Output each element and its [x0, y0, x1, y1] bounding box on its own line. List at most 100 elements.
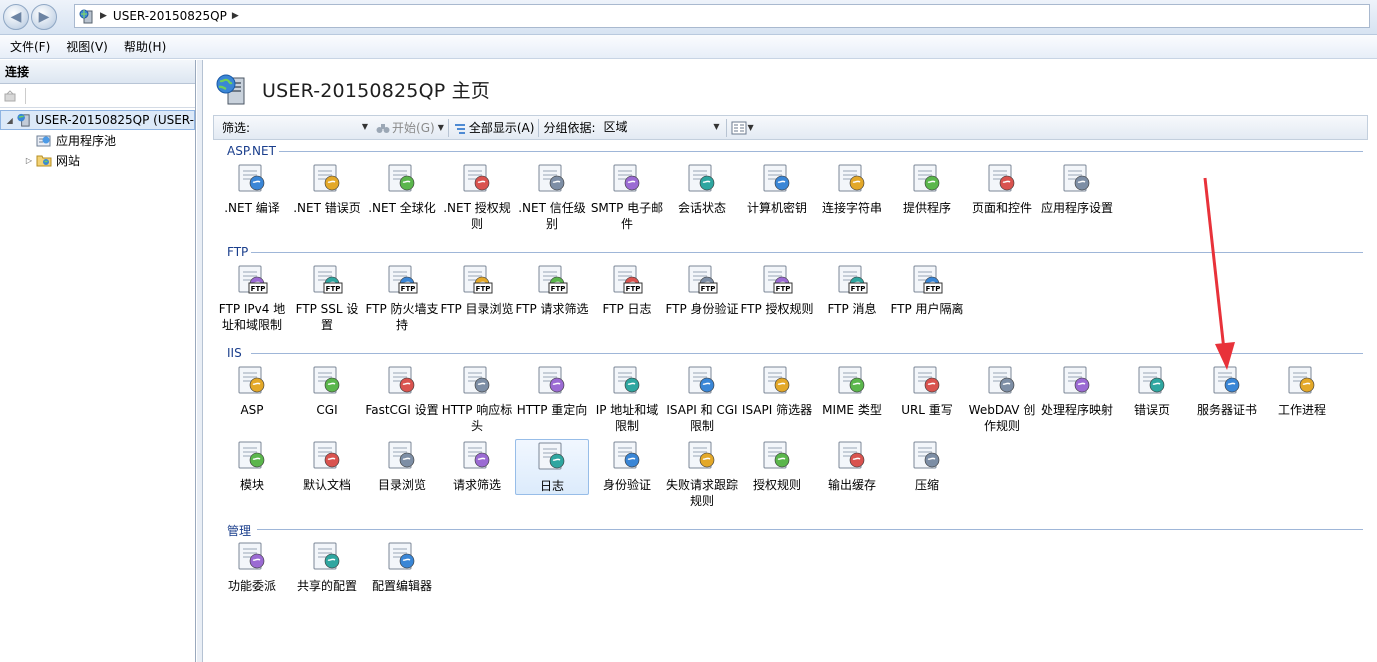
menu-view[interactable]: 视图(V): [58, 36, 116, 58]
feature-icon: [310, 540, 344, 574]
breadcrumb-server[interactable]: USER-20150825QP: [113, 9, 227, 23]
address-path[interactable]: ▶ USER-20150825QP ▶: [74, 4, 1370, 28]
feature-tile[interactable]: URL 重写: [890, 364, 964, 418]
feature-tile[interactable]: CGI: [290, 364, 364, 418]
feature-tile[interactable]: HTTP 响应标头: [440, 364, 514, 434]
feature-tile[interactable]: FTP FTP 用户隔离: [890, 263, 964, 317]
feature-tile[interactable]: FTP FTP 身份验证: [665, 263, 739, 317]
group-dropdown-icon[interactable]: ▼: [713, 122, 719, 131]
feature-tile[interactable]: 工作进程: [1265, 364, 1339, 418]
feature-label: 失败请求跟踪规则: [665, 478, 738, 508]
section-divider: [251, 353, 1363, 354]
feature-tile[interactable]: FTP FTP 授权规则: [740, 263, 814, 317]
tree-node[interactable]: 应用程序池: [0, 130, 195, 150]
feature-tile[interactable]: FTP FTP 防火墙支持: [365, 263, 439, 333]
feature-tile[interactable]: ASP: [215, 364, 289, 418]
feature-label: FTP SSL 设置: [295, 302, 359, 332]
feature-tile[interactable]: 失败请求跟踪规则: [665, 439, 739, 509]
back-button[interactable]: ◀: [3, 4, 29, 30]
feature-icon: [385, 439, 419, 473]
feature-label: .NET 授权规则: [443, 201, 511, 231]
feature-tile[interactable]: IP 地址和域限制: [590, 364, 664, 434]
filter-input[interactable]: ▼: [252, 118, 370, 137]
section-header: 管理: [227, 524, 252, 538]
feature-tile[interactable]: 功能委派: [215, 540, 289, 594]
sites-folder-icon: [36, 152, 52, 168]
feature-icon: [910, 439, 944, 473]
forward-button[interactable]: ▶: [31, 4, 57, 30]
view-mode-icon[interactable]: [731, 121, 747, 135]
feature-tile[interactable]: .NET 信任级别: [515, 162, 589, 232]
menu-file[interactable]: 文件(F): [2, 36, 58, 58]
feature-label: CGI: [316, 403, 338, 417]
feature-tile[interactable]: FTP FTP 消息: [815, 263, 889, 317]
feature-tile[interactable]: 日志: [515, 439, 589, 495]
feature-tile[interactable]: WebDAV 创作规则: [965, 364, 1039, 434]
feature-label: .NET 错误页: [293, 201, 361, 215]
feature-label: 错误页: [1133, 403, 1170, 417]
features-view: USER-20150825QP 主页 筛选: ▼ 开始(G) ▼ 全部显示(A)…: [203, 60, 1377, 662]
feature-tile[interactable]: HTTP 重定向: [515, 364, 589, 418]
app-pool-icon: [36, 132, 52, 148]
tree-node[interactable]: ▷ 网站: [0, 150, 195, 170]
menu-help[interactable]: 帮助(H): [116, 36, 174, 58]
feature-tile[interactable]: ISAPI 筛选器: [740, 364, 814, 418]
filter-dropdown-icon[interactable]: ▼: [362, 122, 368, 131]
server-icon: [16, 112, 31, 128]
feature-tile[interactable]: FTP FTP IPv4 地址和域限制: [215, 263, 289, 333]
feature-tile[interactable]: FastCGI 设置: [365, 364, 439, 418]
feature-tile[interactable]: 默认文档: [290, 439, 364, 493]
feature-tile[interactable]: 应用程序设置: [1040, 162, 1114, 216]
feature-tile[interactable]: 输出缓存: [815, 439, 889, 493]
feature-tile[interactable]: 目录浏览: [365, 439, 439, 493]
feature-tile[interactable]: 处理程序映射: [1040, 364, 1114, 418]
show-all-button[interactable]: 全部显示(A): [469, 119, 535, 136]
feature-tile[interactable]: 页面和控件: [965, 162, 1039, 216]
feature-tile[interactable]: 会话状态: [665, 162, 739, 216]
feature-tile[interactable]: .NET 编译: [215, 162, 289, 216]
go-button[interactable]: 开始(G): [392, 119, 435, 136]
feature-tile[interactable]: 服务器证书: [1190, 364, 1264, 418]
breadcrumb-separator-icon[interactable]: ▶: [232, 11, 239, 21]
feature-tile[interactable]: FTP FTP 日志: [590, 263, 664, 317]
feature-tile[interactable]: SMTP 电子邮件: [590, 162, 664, 232]
feature-tile[interactable]: FTP FTP 目录浏览: [440, 263, 514, 317]
feature-tile[interactable]: 提供程序: [890, 162, 964, 216]
feature-tile[interactable]: 共享的配置: [290, 540, 364, 594]
feature-tile[interactable]: FTP FTP 请求筛选: [515, 263, 589, 317]
feature-tile[interactable]: 请求筛选: [440, 439, 514, 493]
view-mode-dropdown-icon[interactable]: ▼: [748, 123, 754, 132]
feature-tile[interactable]: 连接字符串: [815, 162, 889, 216]
feature-tile[interactable]: .NET 错误页: [290, 162, 364, 216]
feature-icon: FTP: [460, 263, 494, 297]
feature-tile[interactable]: ISAPI 和 CGI 限制: [665, 364, 739, 434]
go-dropdown-icon[interactable]: ▼: [438, 123, 444, 132]
feature-label: .NET 全球化: [368, 201, 436, 215]
feature-label: 模块: [239, 478, 264, 492]
feature-label: 功能委派: [227, 579, 276, 593]
tree-expander-icon[interactable]: ◢: [5, 116, 14, 125]
feature-tile[interactable]: 身份验证: [590, 439, 664, 493]
feature-tile[interactable]: .NET 授权规则: [440, 162, 514, 232]
svg-text:FTP: FTP: [326, 285, 341, 293]
back-arrow-icon: ◀: [10, 9, 22, 25]
feature-tile[interactable]: 计算机密钥: [740, 162, 814, 216]
feature-label: 计算机密钥: [746, 201, 807, 215]
feature-tile[interactable]: 配置编辑器: [365, 540, 439, 594]
feature-label: 共享的配置: [296, 579, 357, 593]
feature-tile[interactable]: MIME 类型: [815, 364, 889, 418]
feature-label: 目录浏览: [377, 478, 426, 492]
feature-label: WebDAV 创作规则: [968, 403, 1036, 433]
connect-icon[interactable]: [3, 88, 19, 104]
feature-tile[interactable]: 授权规则: [740, 439, 814, 493]
feature-tile[interactable]: .NET 全球化: [365, 162, 439, 216]
feature-tile[interactable]: 模块: [215, 439, 289, 493]
feature-tile[interactable]: FTP FTP SSL 设置: [290, 263, 364, 333]
feature-icon: FTP: [910, 263, 944, 297]
tree-expander-icon[interactable]: ▷: [24, 156, 34, 165]
tree-node[interactable]: ◢ USER-20150825QP (USER-: [0, 110, 195, 130]
feature-icon: [535, 440, 569, 474]
feature-tile[interactable]: 错误页: [1115, 364, 1189, 418]
feature-tile[interactable]: 压缩: [890, 439, 964, 493]
group-by-select[interactable]: 区域 ▼: [604, 118, 722, 137]
